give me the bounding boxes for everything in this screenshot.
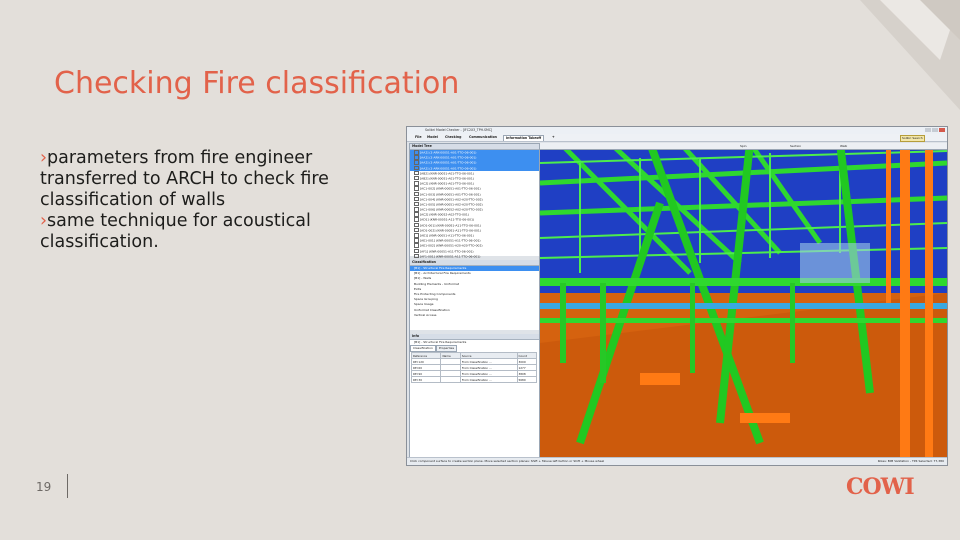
model-tree-row-label: [AC1-004] (KNR-00051-A02-A20-TTO-002)	[420, 196, 483, 201]
info-panel: Info [B1] - Structural Fire Requirements…	[410, 334, 539, 462]
checkbox-icon[interactable]	[414, 191, 419, 196]
table-cell: 5680	[516, 376, 537, 384]
model-tree-row-label: [AC2] (KNR-00051-A01-TTO-06-001)	[420, 181, 474, 186]
menu-checking[interactable]: Checking	[443, 135, 463, 140]
model-tree-row-label: [AC2] (KNR-00052-A02-TTO-001)	[420, 212, 469, 217]
model-tree-row-label: [AA2] (3 ARK-00051-A01-TTO-06-001)	[420, 155, 477, 160]
bullet-item: ›parameters from fire engineer transferr…	[40, 148, 400, 211]
model-tree-row-label: [AD1] (KNR-00051-A11-TTO-06-001)	[420, 217, 475, 222]
model-tree-row-label: [AC1-005] (KNR-00051-A02-A20-TTO-002)	[420, 202, 483, 207]
walk-tool[interactable]: Walk	[840, 144, 847, 148]
status-bar: Click component surface to create sectio…	[407, 457, 947, 465]
model-tree-list: [AA2] (3 ARK-00051-A01-TTO-06-001) [AA2] …	[410, 150, 539, 259]
model-tree-row-label: [AC1-006] (KNR-00052-A02-A20-TTO-002)	[420, 207, 483, 212]
tab-properties[interactable]: Properties	[435, 345, 458, 353]
model-tree-row-label: [AB2] (KNR-00051-A01-TTO-06-001)	[420, 171, 474, 175]
window-controls	[925, 128, 945, 132]
table-cell: From Classification ...	[459, 376, 518, 384]
checkbox-icon[interactable]	[414, 196, 419, 202]
table-cell: REI 30	[410, 376, 442, 384]
status-hint: Click component surface to create sectio…	[410, 459, 605, 463]
checkbox-icon[interactable]	[414, 201, 419, 207]
model-tree-row-label: [AD1-001] (KNR-00051-A11-TTO-06-001)	[420, 222, 481, 227]
close-icon[interactable]	[939, 128, 945, 132]
classification-row[interactable]: Vertical Access	[410, 313, 539, 318]
checkbox-icon[interactable]	[414, 155, 419, 160]
model-tree-row-label: [AD1-002] (KNR-00051-A11-TTO-06-001)	[420, 228, 481, 233]
search-input[interactable]: Solibri Search	[900, 135, 925, 142]
model-tree-row-label: [AE1-001] (KNR-00051-A11-TTO-06-001)	[420, 238, 481, 243]
menu-add-tab[interactable]: +	[550, 135, 557, 140]
bullet-marker: ›	[40, 211, 47, 231]
corner-decoration	[860, 0, 960, 110]
tab-classification[interactable]: Classification	[410, 345, 436, 353]
3d-viewport[interactable]: Spin Section Walk	[539, 141, 947, 459]
checkbox-icon[interactable]	[414, 233, 419, 238]
model-tree-row-label: [AE1-002] (KNR-00051-A20-A20-TTO-002)	[420, 243, 483, 248]
menu-model[interactable]: Model	[425, 135, 440, 140]
menu-information-takeoff[interactable]: Information Takeoff	[503, 135, 545, 141]
checkbox-icon[interactable]	[414, 160, 419, 165]
classification-panel: Classification [B1] - Structural Fire Re…	[410, 260, 539, 330]
left-panel: Model Tree [AA2] (3 ARK-00051-A01-TTO-06…	[409, 143, 540, 461]
checkbox-icon[interactable]	[414, 253, 419, 259]
model-tree-row-label: [AF1-001] (KNR-00051-A11-TTO-06-001)	[420, 254, 481, 258]
checkbox-icon[interactable]	[414, 248, 419, 254]
model-tree-row-label: [AA2] (3 ARK-00051-A01-TTO-06-001)	[420, 160, 477, 165]
checkbox-icon[interactable]	[414, 217, 419, 222]
checkbox-icon[interactable]	[414, 207, 419, 212]
checkbox-icon[interactable]	[414, 222, 419, 228]
checkbox-icon[interactable]	[414, 170, 419, 176]
model-tree-row-label: [AB2] (KNR-00051-A01-TTO-06-001)	[420, 176, 474, 181]
bullet-marker: ›	[40, 148, 47, 168]
spin-tool[interactable]: Spin	[740, 144, 747, 148]
bullet-text: same technique for acoustical classifica…	[40, 211, 311, 252]
model-tree-row-label: [AF1] (KNR-00051-A11-TTO-06-001)	[420, 248, 474, 253]
classification-list: [B1] - Structural Fire Requirements [B1] …	[410, 266, 539, 318]
info-tabs: Classification Properties	[410, 345, 539, 353]
bullet-list: ›parameters from fire engineer transferr…	[40, 148, 400, 253]
table-row[interactable]: REI 30 From Classification ... 5680	[410, 376, 537, 384]
model-tree-row-label: [AE1] (KNR-00051-A11-TTO-06-001)	[420, 233, 474, 238]
minimize-icon[interactable]	[925, 128, 931, 132]
table-cell	[440, 376, 461, 384]
status-role: Roles: BIM Validation - TP4 Selected: 77…	[877, 459, 944, 463]
maximize-icon[interactable]	[932, 128, 938, 132]
bullet-item: ›same technique for acoustical classific…	[40, 211, 400, 253]
menu-file[interactable]: File	[413, 135, 424, 140]
page-divider	[67, 474, 68, 498]
checkbox-icon[interactable]	[414, 212, 419, 217]
viewport-toolbar: Spin Section Walk	[540, 143, 947, 150]
model-tree-row-label: [AC1-002] (KNR-00051-A01-TTO-06-001)	[420, 186, 481, 191]
checkbox-icon[interactable]	[414, 181, 419, 186]
section-tool[interactable]: Section	[790, 144, 801, 148]
slide-title: Checking Fire classification	[54, 66, 460, 101]
3d-model-view[interactable]	[539, 141, 947, 459]
checkbox-icon[interactable]	[414, 243, 419, 248]
checkbox-icon[interactable]	[414, 150, 419, 155]
model-tree-row-label: [AA2] (3 ARK-00051-A01-TTO-06-001)	[420, 150, 477, 155]
menu-communication[interactable]: Communication	[467, 135, 499, 140]
solibri-screenshot: Solibri Model Checker - [IFC2X3_TPH.SMC]…	[406, 126, 948, 466]
menu-bar: File Model Checking Communication Inform…	[407, 134, 947, 142]
model-tree-row-label: [AC1-003] (KNR-00051-A01-TTO-06-001)	[420, 191, 481, 196]
page-number: 19	[36, 480, 52, 494]
checkbox-icon[interactable]	[414, 175, 419, 181]
checkbox-icon[interactable]	[414, 238, 419, 243]
model-tree-panel: Model Tree [AA2] (3 ARK-00051-A01-TTO-06…	[410, 144, 539, 259]
model-tree-row-label: [AA2] (3 ARK-00051-A01-TTO-06-001)	[420, 165, 477, 170]
checkbox-icon[interactable]	[414, 165, 419, 171]
bullet-text: parameters from fire engineer transferre…	[40, 148, 329, 210]
checkbox-icon[interactable]	[414, 186, 419, 191]
window-title: Solibri Model Checker - [IFC2X3_TPH.SMC]	[425, 128, 493, 132]
info-table: Reference Name Source Count REI 120 From Cla…	[410, 352, 537, 384]
cowi-logo: COWI	[846, 474, 915, 500]
checkbox-icon[interactable]	[414, 227, 419, 233]
